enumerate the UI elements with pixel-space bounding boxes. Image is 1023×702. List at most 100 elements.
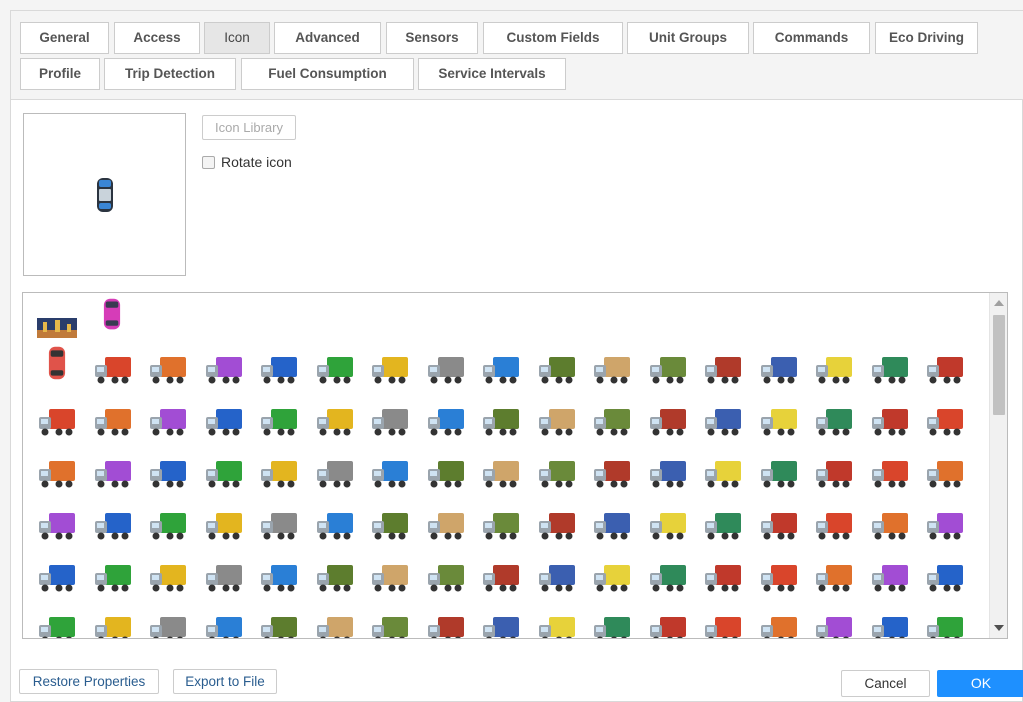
tab-trip-detection[interactable]: Trip Detection xyxy=(104,58,236,90)
truck-icon[interactable] xyxy=(812,611,856,639)
tab-fuel-consumption[interactable]: Fuel Consumption xyxy=(241,58,414,90)
pink-car-top-view-icon[interactable] xyxy=(90,297,134,333)
truck-icon[interactable] xyxy=(646,403,690,439)
truck-icon[interactable] xyxy=(646,455,690,491)
truck-icon[interactable] xyxy=(146,507,190,543)
truck-icon[interactable] xyxy=(757,507,801,543)
truck-icon[interactable] xyxy=(35,455,79,491)
truck-icon[interactable] xyxy=(146,351,190,387)
ok-button[interactable]: OK xyxy=(937,670,1023,697)
city-image-icon[interactable] xyxy=(35,309,79,345)
truck-icon[interactable] xyxy=(202,403,246,439)
truck-icon[interactable] xyxy=(535,455,579,491)
truck-icon[interactable] xyxy=(202,559,246,595)
truck-icon[interactable] xyxy=(868,507,912,543)
truck-icon[interactable] xyxy=(590,507,634,543)
truck-icon[interactable] xyxy=(146,611,190,639)
tab-service-intervals[interactable]: Service Intervals xyxy=(418,58,566,90)
truck-icon[interactable] xyxy=(91,611,135,639)
truck-icon[interactable] xyxy=(146,455,190,491)
truck-icon[interactable] xyxy=(313,559,357,595)
truck-icon[interactable] xyxy=(202,455,246,491)
export-to-file-button[interactable]: Export to File xyxy=(173,669,277,694)
truck-icon[interactable] xyxy=(368,611,412,639)
truck-icon[interactable] xyxy=(812,507,856,543)
truck-icon[interactable] xyxy=(424,507,468,543)
truck-icon[interactable] xyxy=(590,611,634,639)
truck-icon[interactable] xyxy=(202,507,246,543)
truck-icon[interactable] xyxy=(313,403,357,439)
rotate-icon-checkbox[interactable] xyxy=(202,155,215,169)
truck-icon[interactable] xyxy=(812,455,856,491)
truck-icon[interactable] xyxy=(91,559,135,595)
tab-profile[interactable]: Profile xyxy=(20,58,100,90)
truck-icon[interactable] xyxy=(479,403,523,439)
truck-icon[interactable] xyxy=(701,611,745,639)
truck-icon[interactable] xyxy=(424,351,468,387)
cancel-button[interactable]: Cancel xyxy=(841,670,930,697)
truck-icon[interactable] xyxy=(35,559,79,595)
truck-icon[interactable] xyxy=(701,507,745,543)
tab-unit-groups[interactable]: Unit Groups xyxy=(627,22,749,54)
truck-icon[interactable] xyxy=(313,455,357,491)
truck-icon[interactable] xyxy=(590,403,634,439)
truck-icon[interactable] xyxy=(590,351,634,387)
tab-access[interactable]: Access xyxy=(114,22,200,54)
truck-icon[interactable] xyxy=(868,559,912,595)
truck-icon[interactable] xyxy=(868,611,912,639)
truck-icon[interactable] xyxy=(757,403,801,439)
truck-icon[interactable] xyxy=(812,351,856,387)
truck-icon[interactable] xyxy=(923,351,967,387)
truck-icon[interactable] xyxy=(535,611,579,639)
truck-icon[interactable] xyxy=(535,351,579,387)
tab-sensors[interactable]: Sensors xyxy=(386,22,478,54)
truck-icon[interactable] xyxy=(757,351,801,387)
truck-icon[interactable] xyxy=(257,455,301,491)
truck-icon[interactable] xyxy=(313,611,357,639)
icon-library-button[interactable]: Icon Library xyxy=(202,115,296,140)
truck-icon[interactable] xyxy=(424,455,468,491)
truck-icon[interactable] xyxy=(479,559,523,595)
truck-icon[interactable] xyxy=(368,403,412,439)
truck-icon[interactable] xyxy=(257,351,301,387)
truck-icon[interactable] xyxy=(35,611,79,639)
truck-icon[interactable] xyxy=(479,507,523,543)
truck-icon[interactable] xyxy=(479,455,523,491)
truck-icon[interactable] xyxy=(368,507,412,543)
truck-icon[interactable] xyxy=(590,455,634,491)
truck-icon[interactable] xyxy=(35,403,79,439)
truck-icon[interactable] xyxy=(923,507,967,543)
truck-icon[interactable] xyxy=(313,351,357,387)
truck-icon[interactable] xyxy=(91,507,135,543)
truck-icon[interactable] xyxy=(202,611,246,639)
truck-icon[interactable] xyxy=(868,351,912,387)
truck-icon[interactable] xyxy=(146,403,190,439)
restore-properties-button[interactable]: Restore Properties xyxy=(19,669,159,694)
truck-icon[interactable] xyxy=(257,403,301,439)
truck-icon[interactable] xyxy=(35,507,79,543)
truck-icon[interactable] xyxy=(923,559,967,595)
truck-icon[interactable] xyxy=(146,559,190,595)
truck-icon[interactable] xyxy=(646,507,690,543)
truck-icon[interactable] xyxy=(535,403,579,439)
truck-icon[interactable] xyxy=(757,455,801,491)
truck-icon[interactable] xyxy=(479,611,523,639)
truck-icon[interactable] xyxy=(812,559,856,595)
rotate-icon-row[interactable]: Rotate icon xyxy=(202,153,292,171)
truck-icon[interactable] xyxy=(257,611,301,639)
truck-icon[interactable] xyxy=(535,507,579,543)
truck-icon[interactable] xyxy=(202,351,246,387)
truck-icon[interactable] xyxy=(701,559,745,595)
truck-icon[interactable] xyxy=(91,403,135,439)
tab-eco-driving[interactable]: Eco Driving xyxy=(875,22,978,54)
truck-icon[interactable] xyxy=(923,611,967,639)
truck-icon[interactable] xyxy=(868,403,912,439)
scroll-down-arrow-icon[interactable] xyxy=(994,625,1004,631)
truck-icon[interactable] xyxy=(368,351,412,387)
truck-icon[interactable] xyxy=(757,611,801,639)
scrollbar-thumb[interactable] xyxy=(993,315,1005,415)
truck-icon[interactable] xyxy=(646,611,690,639)
truck-icon[interactable] xyxy=(701,455,745,491)
truck-icon[interactable] xyxy=(812,403,856,439)
truck-icon[interactable] xyxy=(646,351,690,387)
